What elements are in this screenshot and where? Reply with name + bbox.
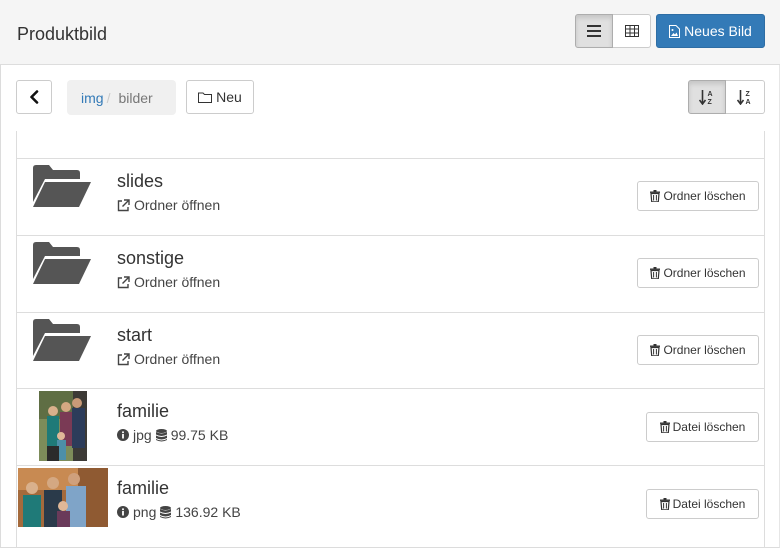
svg-text:Z: Z: [746, 91, 751, 98]
file-row: familie png 136.92 KB Datei löschen: [17, 465, 764, 542]
image-file-icon: [669, 24, 681, 38]
delete-folder-button[interactable]: Ordner löschen: [637, 181, 759, 211]
sort-alpha-asc-icon: A Z: [699, 90, 713, 105]
open-folder-label: Ordner öffnen: [134, 197, 221, 213]
delete-file-label: Datei löschen: [672, 420, 746, 434]
list-top-spacer: [17, 131, 764, 158]
external-link-icon: [117, 198, 130, 212]
open-folder-link[interactable]: Ordner öffnen: [117, 197, 220, 213]
svg-text:A: A: [708, 91, 713, 98]
panel-header: Produktbild Neues Bild: [0, 0, 780, 65]
list-icon: [587, 25, 601, 37]
folder-name[interactable]: sonstige: [117, 248, 184, 269]
trash-icon: [650, 190, 661, 202]
external-link-icon: [117, 275, 130, 289]
folder-open-icon[interactable]: [31, 316, 93, 364]
breadcrumb-separator: /: [106, 89, 111, 106]
external-link-icon: [117, 352, 130, 366]
list-view-button[interactable]: [575, 14, 613, 48]
delete-file-label: Datei löschen: [672, 497, 746, 511]
back-button[interactable]: [16, 80, 52, 114]
open-folder-link[interactable]: Ordner öffnen: [117, 351, 220, 367]
breadcrumb-item-img[interactable]: img: [81, 90, 104, 106]
folder-outline-icon: [198, 92, 213, 103]
folder-name[interactable]: slides: [117, 171, 163, 192]
svg-text:A: A: [746, 99, 751, 105]
chevron-left-icon: [30, 90, 39, 104]
delete-folder-button[interactable]: Ordner löschen: [637, 335, 759, 365]
delete-file-button[interactable]: Datei löschen: [646, 412, 759, 442]
file-size: 99.75 KB: [170, 427, 229, 443]
trash-icon: [650, 344, 661, 356]
trash-icon: [659, 421, 670, 433]
delete-folder-button[interactable]: Ordner löschen: [637, 258, 759, 288]
sort-toggle: A Z Z A: [688, 80, 765, 114]
open-folder-label: Ordner öffnen: [134, 274, 221, 290]
breadcrumb: img / bilder: [67, 80, 176, 115]
trash-icon: [659, 498, 670, 510]
open-folder-link[interactable]: Ordner öffnen: [117, 274, 220, 290]
svg-text:Z: Z: [708, 99, 713, 105]
delete-folder-label: Ordner löschen: [663, 189, 746, 203]
file-type: png: [133, 504, 157, 520]
folder-row: sonstige Ordner öffnen Ordner löschen: [17, 235, 764, 312]
file-meta: jpg 99.75 KB: [117, 427, 228, 443]
sort-descending-button[interactable]: Z A: [726, 80, 765, 114]
folder-row: slides Ordner öffnen Ordner löschen: [17, 158, 764, 235]
new-image-label: Neues Bild: [684, 23, 752, 39]
folder-name[interactable]: start: [117, 325, 152, 346]
file-type: jpg: [133, 427, 152, 443]
breadcrumb-item-bilder: bilder: [118, 89, 153, 106]
folder-row: start Ordner öffnen Ordner löschen: [17, 312, 764, 389]
file-row: familie jpg 99.75 KB Datei löschen: [17, 388, 764, 465]
info-circle-icon: [117, 429, 129, 441]
image-thumbnail[interactable]: [39, 391, 87, 461]
image-thumbnail[interactable]: [18, 468, 108, 527]
delete-folder-label: Ordner löschen: [663, 343, 746, 357]
trash-icon: [650, 267, 661, 279]
new-folder-label: Neu: [216, 89, 242, 105]
delete-file-button[interactable]: Datei löschen: [646, 489, 759, 519]
file-size: 136.92 KB: [175, 504, 241, 520]
info-circle-icon: [117, 506, 129, 518]
new-image-button[interactable]: Neues Bild: [656, 14, 765, 48]
sort-ascending-button[interactable]: A Z: [688, 80, 726, 114]
new-folder-button[interactable]: Neu: [186, 80, 254, 114]
delete-folder-label: Ordner löschen: [663, 266, 746, 280]
file-list: slides Ordner öffnen Ordner löschen sons…: [16, 131, 765, 548]
table-icon: [624, 25, 639, 37]
grid-view-button[interactable]: [613, 14, 651, 48]
folder-open-icon[interactable]: [31, 239, 93, 287]
open-folder-label: Ordner öffnen: [134, 351, 221, 367]
page-title: Produktbild: [17, 24, 108, 44]
view-mode-toggle: [575, 14, 651, 48]
database-icon: [160, 505, 172, 519]
sort-alpha-desc-icon: Z A: [737, 90, 751, 105]
folder-open-icon[interactable]: [31, 162, 93, 210]
file-name[interactable]: familie: [117, 401, 169, 422]
file-name[interactable]: familie: [117, 478, 169, 499]
database-icon: [155, 428, 167, 442]
file-meta: png 136.92 KB: [117, 504, 241, 520]
